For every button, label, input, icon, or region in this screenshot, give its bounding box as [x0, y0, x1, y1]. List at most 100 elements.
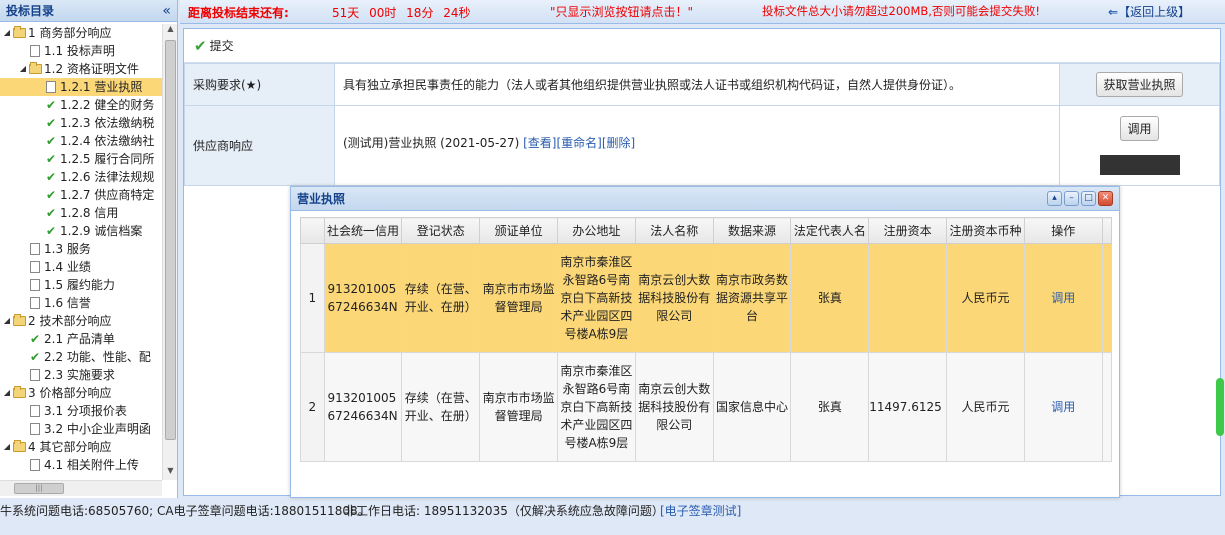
- row-index: 2: [300, 352, 325, 462]
- back-button[interactable]: ⇐【返回上级】: [1108, 3, 1190, 20]
- tree-item[interactable]: 3.1 分项报价表: [0, 402, 162, 420]
- tree-item[interactable]: 2.3 实施要求: [0, 366, 162, 384]
- tree-item[interactable]: ◢ 2 技术部分响应: [0, 312, 162, 330]
- status-cell: 存续（在营、开业、在册）: [401, 243, 481, 353]
- expand-toggle-icon[interactable]: ◢: [18, 60, 28, 78]
- column-header[interactable]: 颁证单位: [479, 217, 558, 244]
- scrollbar-thumb[interactable]: [165, 40, 176, 440]
- column-header[interactable]: 法定代表人名: [790, 217, 870, 244]
- tree-item[interactable]: 1.1 投标声明: [0, 42, 162, 60]
- scroll-up-icon[interactable]: ▲: [163, 24, 177, 38]
- browse-notice[interactable]: "只显示浏览按钮请点击！": [550, 3, 693, 20]
- tree-item[interactable]: ✔ 1.2.4 依法缴纳社: [0, 132, 162, 150]
- document-icon: [28, 45, 42, 57]
- tree-item-label: 1.6 信誉: [44, 296, 91, 310]
- license-grid: 社会统一信用 登记状态 颁证单位 办公地址 法人名称 数据来源 法定代表人名 注册资本 注册资本…: [300, 217, 1113, 462]
- tree-item[interactable]: 1.4 业绩: [0, 258, 162, 276]
- tree-item[interactable]: 3.2 中小企业声明函: [0, 420, 162, 438]
- collapse-window-icon[interactable]: ▴: [1047, 191, 1062, 206]
- credit-code-cell: 91320100567246634N: [323, 243, 403, 353]
- sign-test-link[interactable]: [电子签章测试]: [660, 500, 741, 522]
- column-header[interactable]: 法人名称: [634, 217, 714, 244]
- tree-item-label: 3.2 中小企业声明函: [44, 422, 151, 436]
- toolbar: ✔ 提交: [184, 29, 1220, 63]
- directory-tree: ◢ 1 商务部分响应 1.1 投标声明 ◢ 1.2 资格证明文件 1.2.1 营业执照 ✔ 1…: [0, 24, 162, 480]
- column-header[interactable]: 社会统一信用: [323, 217, 403, 244]
- table-row[interactable]: 1 91320100567246634N 存续（在营、开业、在册） 南京市市场监督管理…: [300, 243, 1113, 353]
- submit-button[interactable]: ✔ 提交: [194, 37, 234, 55]
- tree-item[interactable]: ✔ 1.2.6 法律法规规: [0, 168, 162, 186]
- offday-phone: 非工作日电话: 18951132035（仅解决系统应急故障问题）: [344, 504, 664, 518]
- tree-item[interactable]: ✔ 1.2.8 信用: [0, 204, 162, 222]
- column-header[interactable]: 数据来源: [712, 217, 792, 244]
- column-header[interactable]: 注册资本币种: [946, 217, 1025, 244]
- action-link[interactable]: 调用: [1023, 352, 1103, 462]
- expand-toggle-icon[interactable]: ◢: [2, 384, 12, 402]
- popup-title: 营业执照: [297, 192, 346, 206]
- tree-item[interactable]: ◢ 4 其它部分响应: [0, 438, 162, 456]
- expand-toggle-icon[interactable]: ◢: [2, 312, 12, 330]
- tree-item[interactable]: ◢ 1.2 资格证明文件: [0, 60, 162, 78]
- table-row[interactable]: 2 91320100567246634N 存续（在营、开业、在册） 南京市市场监督管理…: [300, 352, 1113, 462]
- tree-item[interactable]: ✔ 2.1 产品清单: [0, 330, 162, 348]
- tree-item[interactable]: 1.5 履约能力: [0, 276, 162, 294]
- column-header[interactable]: 登记状态: [401, 217, 481, 244]
- maximize-icon[interactable]: □: [1081, 191, 1096, 206]
- horizontal-scrollbar-thumb[interactable]: |||: [14, 483, 64, 494]
- minimize-icon[interactable]: –: [1064, 191, 1079, 206]
- rename-link[interactable]: [重命名]: [556, 136, 601, 150]
- tree-item-label: 3.1 分项报价表: [44, 404, 127, 418]
- column-header[interactable]: 操作: [1023, 217, 1103, 244]
- redacted-box: [1099, 155, 1180, 175]
- tree-item-label: 1.5 履约能力: [44, 278, 115, 292]
- checkmark-icon: ✔: [45, 134, 57, 148]
- tree-item[interactable]: ✔ 2.2 功能、性能、配: [0, 348, 162, 366]
- tree-item[interactable]: ✔ 1.2.3 依法缴纳税: [0, 114, 162, 132]
- expand-toggle-icon[interactable]: ◢: [2, 24, 12, 42]
- tree-item[interactable]: ✔ 1.2.2 健全的财务: [0, 96, 162, 114]
- action-link[interactable]: 调用: [1023, 243, 1103, 353]
- close-icon[interactable]: ✕: [1098, 191, 1113, 206]
- sidebar-horizontal-scrollbar[interactable]: |||: [0, 480, 162, 496]
- tree-item[interactable]: 4.1 相关附件上传: [0, 456, 162, 474]
- expand-toggle-icon[interactable]: ◢: [2, 438, 12, 456]
- tree-item[interactable]: ✔ 1.2.7 供应商特定: [0, 186, 162, 204]
- checkmark-icon: ✔: [45, 116, 57, 130]
- document-icon: [28, 423, 42, 435]
- column-header[interactable]: 办公地址: [556, 217, 636, 244]
- tree-item[interactable]: ✔ 1.2.5 履行合同所: [0, 150, 162, 168]
- source-cell: 南京市政务数据资源共享平台: [712, 243, 792, 353]
- scroll-down-icon[interactable]: ▼: [163, 466, 177, 480]
- collapse-icon[interactable]: «: [162, 3, 171, 19]
- response-label: 供应商响应: [184, 105, 335, 186]
- tree-item[interactable]: 1.6 信誉: [0, 294, 162, 312]
- tree-item-label: 1.2.6 法律法规规: [60, 170, 155, 184]
- document-icon: [28, 297, 42, 309]
- tree-item[interactable]: 1.3 服务: [0, 240, 162, 258]
- sidebar-header: 投标目录 «: [0, 0, 177, 22]
- page-scroll-indicator[interactable]: [1216, 378, 1224, 436]
- tree-item[interactable]: ✔ 1.2.9 诚信档案: [0, 222, 162, 240]
- column-header[interactable]: 注册资本: [868, 217, 948, 244]
- invoke-button[interactable]: 调用: [1120, 116, 1159, 141]
- tree-item-label: 4.1 相关附件上传: [44, 458, 139, 472]
- license-popup: 营业执照 ▴ – □ ✕ 社会统一信用 登记状态 颁证单位 办公地址 法人名称 数据来源法…: [290, 186, 1120, 498]
- checkmark-icon: ✔: [45, 170, 57, 184]
- tree-item[interactable]: ◢ 1 商务部分响应: [0, 24, 162, 42]
- get-license-button[interactable]: 获取营业执照: [1096, 72, 1183, 97]
- address-cell: 南京市秦淮区永智路6号南京白下高新技术产业园区四号楼A栋9层: [556, 352, 636, 462]
- requirement-form: 采购要求(★) 具有独立承担民事责任的能力（法人或者其他组织提供营业执照或法人证…: [184, 63, 1220, 186]
- scroll-gutter: [1101, 217, 1113, 244]
- top-bar: 距离投标结束还有: 51天 00时 18分 24秒 "只显示浏览按钮请点击！" …: [180, 0, 1225, 24]
- back-label: 【返回上级】: [1118, 5, 1191, 19]
- tree-item-label: 2.2 功能、性能、配: [44, 350, 151, 364]
- legal-rep-cell: 张真: [790, 243, 870, 353]
- sidebar: 投标目录 « ◢ 1 商务部分响应 1.1 投标声明 ◢ 1.2 资格证明文件 1.2.1…: [0, 0, 178, 498]
- tree-item[interactable]: ◢ 3 价格部分响应: [0, 384, 162, 402]
- capital-cell: [868, 243, 948, 353]
- sidebar-vertical-scrollbar[interactable]: ▲ ▼: [162, 24, 177, 480]
- delete-link[interactable]: [删除]: [602, 136, 635, 150]
- tree-item[interactable]: 1.2.1 营业执照: [0, 78, 162, 96]
- view-link[interactable]: [查看]: [523, 136, 556, 150]
- document-icon: [28, 459, 42, 471]
